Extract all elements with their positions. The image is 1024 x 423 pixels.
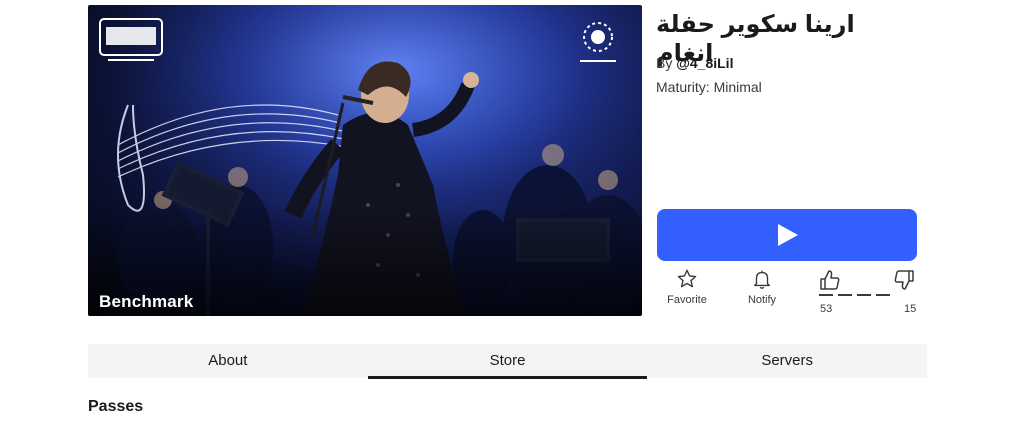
favorite-button[interactable]: Favorite	[656, 268, 718, 306]
tab-about[interactable]: About	[88, 344, 368, 378]
tab-bar: About Store Servers	[88, 344, 927, 379]
notify-label: Notify	[747, 294, 777, 306]
thumbs-down-icon	[894, 270, 914, 290]
thumbnail-image	[88, 5, 642, 316]
vote-ratio-bar	[819, 294, 895, 296]
downvote-count: 15	[904, 303, 917, 315]
play-icon	[778, 224, 798, 246]
passes-heading: Passes	[88, 398, 144, 415]
downvote-button[interactable]	[892, 268, 916, 292]
creator-line: By @4_8iLil	[656, 55, 733, 71]
creator-prefix: By	[656, 55, 677, 71]
game-thumbnail[interactable]: Benchmark	[88, 5, 642, 316]
creator-link[interactable]: @4_8iLil	[676, 55, 733, 71]
thumbs-up-icon	[820, 270, 840, 290]
notify-button[interactable]: Notify	[731, 268, 793, 306]
maturity-rating: Maturity: Minimal	[656, 79, 762, 95]
thumbnail-watermark: Benchmark	[99, 292, 194, 311]
game-details-page: Benchmark ارينا سكوير حفلة انغام By @4_8…	[0, 0, 1024, 423]
play-button[interactable]	[657, 209, 917, 261]
bell-icon	[753, 270, 771, 289]
upvote-button[interactable]	[818, 268, 842, 292]
tab-servers[interactable]: Servers	[647, 344, 927, 378]
tab-store[interactable]: Store	[367, 344, 648, 379]
star-icon	[677, 269, 697, 288]
upvote-count: 53	[820, 303, 833, 315]
favorite-label: Favorite	[667, 294, 707, 306]
